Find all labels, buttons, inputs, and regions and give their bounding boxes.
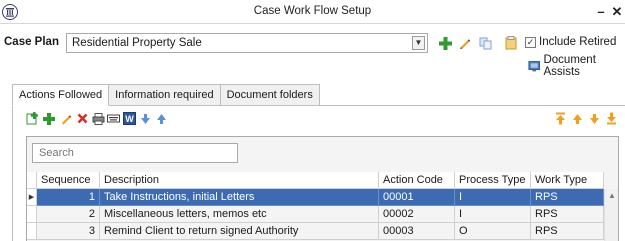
print-icon[interactable]: [92, 112, 105, 125]
column-header-sequence[interactable]: Sequence: [37, 172, 100, 189]
case-plan-select[interactable]: Residential Property Sale ▼: [66, 33, 428, 53]
table-row[interactable]: 2 Miscellaneous letters, memos etc 00002…: [27, 206, 618, 223]
add-icon[interactable]: [438, 35, 452, 51]
title-bar: Case Work Flow Setup – ✕: [0, 0, 625, 24]
move-top-icon[interactable]: [554, 112, 567, 125]
delete-icon[interactable]: [76, 112, 89, 125]
close-button[interactable]: ✕: [610, 3, 624, 21]
chevron-down-icon[interactable]: ▼: [412, 36, 425, 50]
document-assists-icon: [528, 61, 541, 72]
cell-process-type[interactable]: O: [455, 223, 531, 240]
keyboard-icon[interactable]: [107, 112, 120, 125]
document-assists-label: Document Assists: [543, 54, 596, 78]
cell-work-type[interactable]: RPS: [531, 189, 604, 206]
row-indicator: [27, 223, 37, 240]
minimize-button[interactable]: –: [594, 3, 608, 21]
cell-description[interactable]: Take Instructions, initial Letters: [100, 189, 379, 206]
cell-work-type[interactable]: RPS: [531, 223, 604, 240]
document-assists-button[interactable]: Document Assists: [528, 54, 625, 78]
edit-icon[interactable]: [59, 112, 72, 125]
move-down-icon[interactable]: [139, 112, 152, 125]
tab-strip: Actions Followed Information required Do…: [12, 84, 320, 106]
cell-work-type[interactable]: RPS: [531, 206, 604, 223]
cell-action-code[interactable]: 00003: [379, 223, 455, 240]
table-row[interactable]: ▶ 1 Take Instructions, initial Letters 0…: [27, 189, 618, 206]
move-down-arrow-icon[interactable]: [588, 112, 601, 125]
table-row[interactable]: 3 Remind Client to return signed Authori…: [27, 223, 618, 240]
tab-information-required[interactable]: Information required: [108, 84, 221, 105]
move-bottom-icon[interactable]: [605, 112, 618, 125]
cell-sequence[interactable]: 1: [37, 189, 100, 206]
row-header-corner: [27, 172, 37, 189]
cell-sequence[interactable]: 3: [37, 223, 100, 240]
tab-actions-followed[interactable]: Actions Followed: [12, 84, 110, 106]
row-indicator: [27, 206, 37, 223]
copy-icon[interactable]: [478, 35, 492, 51]
cell-description[interactable]: Remind Client to return signed Authority: [100, 223, 379, 240]
cell-action-code[interactable]: 00002: [379, 206, 455, 223]
case-plan-label: Case Plan: [4, 36, 59, 48]
cell-process-type[interactable]: I: [455, 189, 531, 206]
svg-text:W: W: [125, 114, 134, 124]
clipboard-icon[interactable]: [504, 35, 518, 51]
cell-process-type[interactable]: I: [455, 206, 531, 223]
move-up-arrow-icon[interactable]: [571, 112, 584, 125]
move-up-icon[interactable]: [155, 112, 168, 125]
insert-icon[interactable]: [26, 112, 39, 125]
include-retired-label: Include Retired: [539, 36, 617, 48]
search-input[interactable]: [32, 143, 238, 163]
tab-document-folders[interactable]: Document folders: [219, 84, 320, 105]
add-icon[interactable]: [42, 112, 55, 125]
current-row-indicator-icon: ▶: [27, 189, 37, 206]
window-title: Case Work Flow Setup: [253, 5, 372, 17]
column-header-work-type[interactable]: Work Type: [531, 172, 604, 189]
cell-description[interactable]: Miscellaneous letters, memos etc: [100, 206, 379, 223]
include-retired-checkbox[interactable]: ✓: [525, 37, 536, 48]
cell-action-code[interactable]: 00001: [379, 189, 455, 206]
scroll-up-icon[interactable]: ▲: [608, 191, 616, 200]
word-icon[interactable]: W: [123, 112, 136, 125]
cell-sequence[interactable]: 2: [37, 206, 100, 223]
table-header-row: Sequence Description Action Code Process…: [27, 172, 618, 189]
table-vertical-scrollbar[interactable]: ▲: [604, 189, 618, 241]
column-header-description[interactable]: Description: [100, 172, 379, 189]
case-plan-value: Residential Property Sale: [72, 37, 202, 49]
column-header-process-type[interactable]: Process Type: [455, 172, 531, 189]
column-header-action-code[interactable]: Action Code: [379, 172, 455, 189]
edit-icon[interactable]: [458, 35, 472, 51]
